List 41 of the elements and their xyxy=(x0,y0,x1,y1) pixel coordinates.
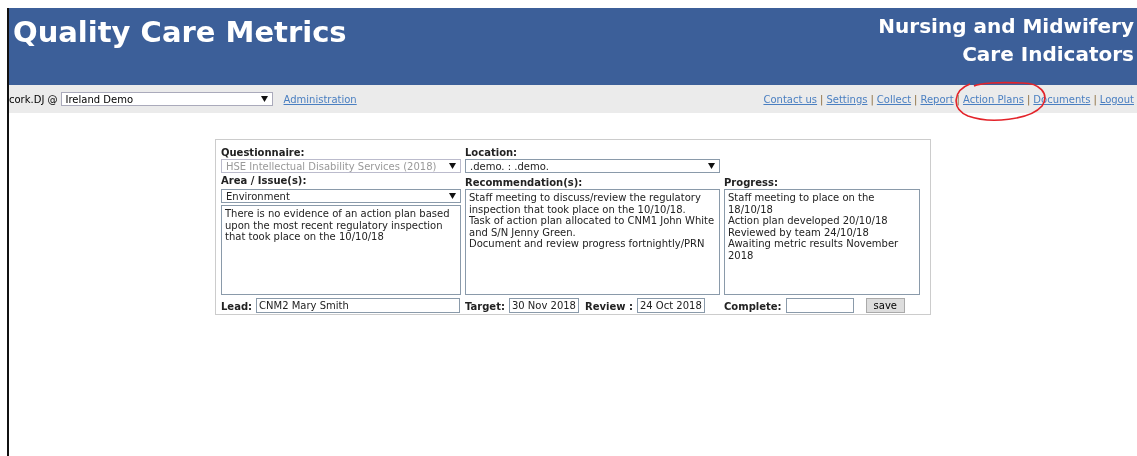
dropdown-arrow-icon xyxy=(449,163,456,169)
target-date-field[interactable]: 30 Nov 2018 xyxy=(508,298,579,313)
link-separator: | xyxy=(956,93,960,105)
nav-link[interactable]: Settings xyxy=(826,93,868,105)
area-label: Area / Issue(s): xyxy=(221,175,308,188)
dropdown-arrow-icon xyxy=(260,96,268,102)
nav-link[interactable]: Report xyxy=(920,93,954,105)
link-separator: | xyxy=(914,93,918,105)
complete-label: Complete: xyxy=(724,300,782,312)
progress-text-area[interactable]: Staff meeting to place on the 18/10/18 Action plan developed 20/10/18 Reviewed by team 24/10/18 Awaiting metric results November 2018 xyxy=(724,189,920,295)
area-dropdown[interactable]: Environment xyxy=(221,189,461,203)
app-title: Quality Care Metrics xyxy=(13,15,347,51)
save-button[interactable]: save xyxy=(865,298,905,313)
recommendations-text-area[interactable]: Staff meeting to discuss/review the regulatory inspection that took place on the 10/10/18. Task of action plan allocated to CNM1 John White and S/N Jenny Green. Document and review progress fortnightly/PRN xyxy=(465,189,720,295)
progress-label: Progress: xyxy=(724,177,779,188)
header-subtitle: Care Indicators xyxy=(962,41,1134,68)
recommendations-label: Recommendation(s): xyxy=(465,177,584,188)
link-separator: | xyxy=(1026,93,1031,105)
questionnaire-label: Questionnaire: xyxy=(221,147,306,158)
nav-link[interactable]: Contact us xyxy=(763,93,818,105)
link-separator: | xyxy=(820,93,824,105)
review-label: Review : xyxy=(585,300,633,312)
dropdown-arrow-icon xyxy=(449,193,456,199)
location-label: Location: xyxy=(465,147,519,158)
header-subtitle: Nursing and Midwifery xyxy=(878,13,1134,40)
link-separator: | xyxy=(1093,93,1097,105)
nav-link[interactable]: Action Plans xyxy=(963,93,1024,105)
user-label: cork.DJ @ xyxy=(9,93,58,105)
review-date-field[interactable]: 24 Oct 2018 xyxy=(636,298,705,313)
location-dropdown[interactable]: .demo. : .demo. xyxy=(465,159,720,173)
administration-link[interactable]: Administration xyxy=(283,93,357,105)
issue-text-area[interactable]: There is no evidence of an action plan based upon the most recent regulatory inspection that took place on the 10/10/18 xyxy=(221,205,461,295)
target-label: Target: xyxy=(465,300,505,312)
dropdown-arrow-icon xyxy=(708,163,715,169)
link-separator: | xyxy=(870,93,874,105)
lead-field[interactable]: CNM2 Mary Smith xyxy=(256,298,461,313)
lead-label: Lead: xyxy=(221,300,253,312)
organisation-dropdown[interactable]: Ireland Demo xyxy=(60,92,273,106)
nav-link[interactable]: Collect xyxy=(876,93,912,105)
complete-field[interactable] xyxy=(785,298,854,313)
nav-link[interactable]: Logout xyxy=(1099,93,1134,105)
